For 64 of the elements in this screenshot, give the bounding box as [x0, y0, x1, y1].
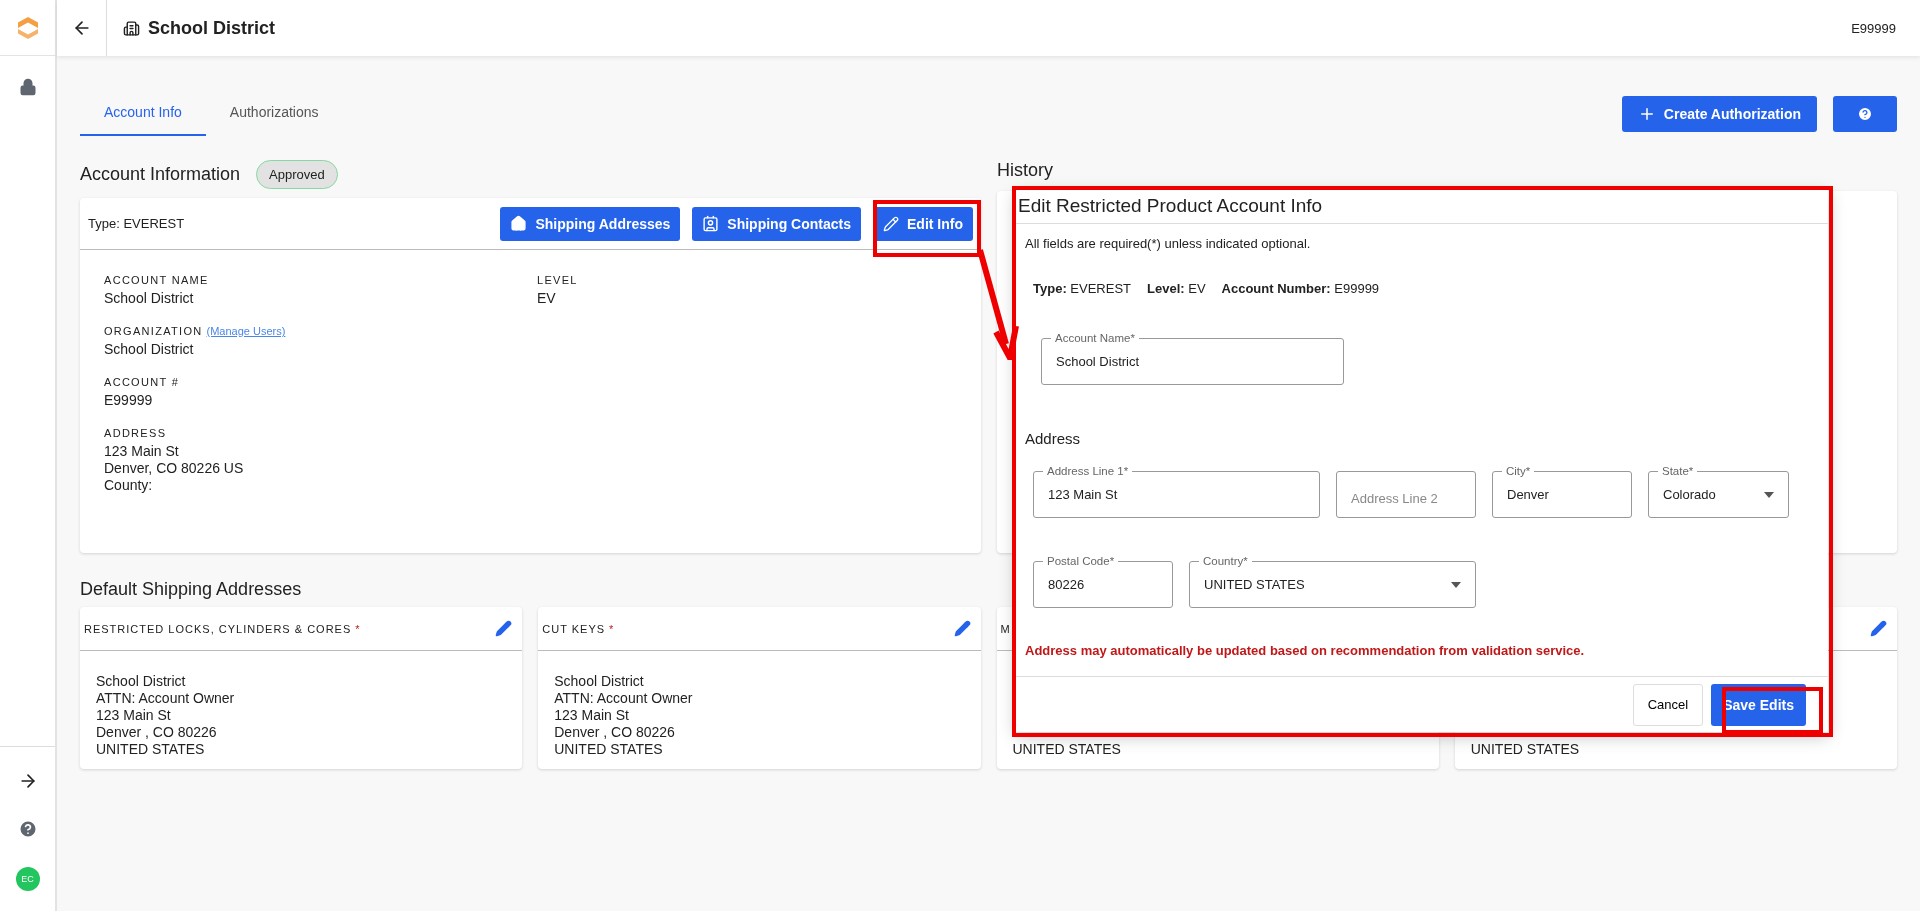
field-label: ACCOUNT NAME: [104, 274, 209, 286]
section-title: History: [997, 160, 1053, 181]
address-heading: Address: [1025, 430, 1082, 447]
card-title: RESTRICTED LOCKS, CYLINDERS & CORES: [84, 622, 352, 635]
card-title: M: [1000, 622, 1011, 635]
tab[interactable]: Authorizations: [205, 92, 343, 136]
action-button[interactable]: Shipping Addresses: [500, 206, 681, 241]
address-line: Denver , CO 80226: [554, 724, 676, 741]
field-label: LEVEL: [537, 274, 578, 286]
cancel-button[interactable]: Cancel: [1632, 683, 1704, 726]
address-line: UNITED STATES: [554, 741, 664, 758]
section-title: Default Shipping Addresses: [80, 578, 302, 600]
summary-item: Account Number: E99999: [1221, 281, 1380, 296]
page-title: School District: [148, 17, 276, 39]
required-note: All fields are required(*) unless indicated optional.: [1025, 236, 1312, 251]
create-authorization-button[interactable]: Create Authorization: [1621, 96, 1817, 132]
lock-icon[interactable]: [18, 78, 37, 96]
field-value: EV: [537, 290, 557, 307]
address-line: 123 Main St: [96, 707, 172, 724]
address-line: UNITED STATES: [1012, 741, 1122, 758]
account-type: Type: EVEREST: [88, 216, 185, 231]
input-field[interactable]: Address Line 2: [1336, 471, 1476, 518]
card-title: CUT KEYS: [542, 622, 606, 635]
caret-icon: [1451, 581, 1461, 588]
logo-icon: [16, 15, 39, 40]
help-icon[interactable]: [17, 819, 38, 839]
field-label: ACCOUNT #: [104, 376, 180, 388]
address-line: UNITED STATES: [1470, 741, 1581, 758]
address-line: 123 Main St: [554, 707, 630, 724]
status-badge: Approved: [256, 159, 338, 189]
field-value: Denver, CO 80226 US: [104, 460, 245, 477]
section-title: Account Information: [80, 163, 241, 185]
field-value: E99999: [104, 392, 154, 409]
caret-icon: [1764, 491, 1774, 498]
required-mark: *: [355, 622, 361, 635]
field-value: County:: [104, 477, 154, 494]
help-button[interactable]: [1833, 96, 1897, 132]
warning-text: Address may automatically be updated based on recommendation from validation service.: [1025, 643, 1586, 658]
field-label: ORGANIZATION: [104, 325, 203, 337]
summary-item: Type: EVEREST: [1033, 281, 1132, 296]
field-value: 123 Main St: [104, 443, 180, 460]
field-value: School District: [104, 290, 195, 307]
address-line: Denver , CO 80226: [96, 724, 218, 741]
building-icon: [123, 19, 140, 37]
house-icon: [510, 215, 528, 232]
contact-card-icon: [702, 215, 720, 232]
edit-button[interactable]: [953, 620, 971, 637]
field-label: ADDRESS: [104, 427, 167, 439]
address-line: School District: [96, 673, 187, 690]
action-button[interactable]: Shipping Contacts: [692, 206, 861, 241]
pencil-icon: [883, 215, 899, 232]
address-line: UNITED STATES: [96, 741, 206, 758]
required-mark: *: [609, 622, 615, 635]
address-line: ATTN: Account Owner: [96, 690, 236, 707]
summary-item: Level: EV: [1147, 281, 1206, 296]
tab[interactable]: Account Info: [80, 92, 206, 136]
edit-button[interactable]: [1870, 620, 1887, 637]
account-number: E99999: [1851, 20, 1896, 36]
edit-button[interactable]: [495, 620, 513, 637]
manage-users-link[interactable]: (Manage Users): [206, 325, 286, 337]
address-line: School District: [554, 673, 645, 690]
help-icon: [1857, 106, 1873, 122]
address-line: ATTN: Account Owner: [554, 690, 694, 707]
field-value: School District: [104, 341, 195, 358]
